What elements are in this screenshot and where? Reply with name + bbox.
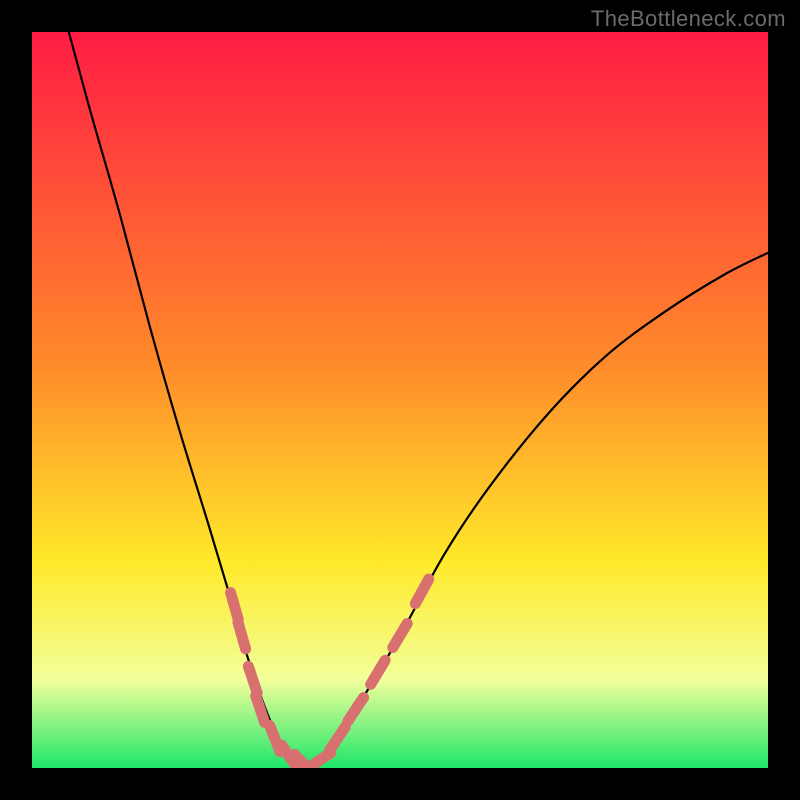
bottleneck-chart [32,32,768,768]
curve-marker [238,622,246,649]
watermark-text: TheBottleneck.com [591,6,786,32]
chart-frame: TheBottleneck.com [0,0,800,800]
gradient-background [32,32,768,768]
plot-area [32,32,768,768]
curve-marker [231,593,239,620]
